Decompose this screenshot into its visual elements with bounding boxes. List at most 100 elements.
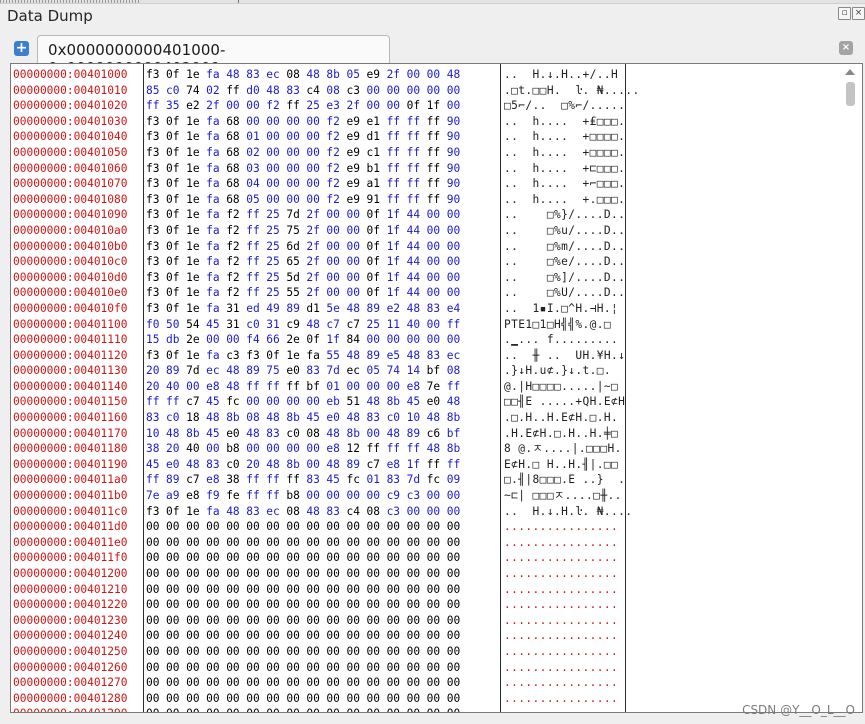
hex-byte[interactable]: 00 xyxy=(226,644,246,660)
hex-byte[interactable]: 00 xyxy=(286,628,306,644)
hex-byte[interactable]: 2f xyxy=(306,285,326,301)
hex-byte[interactable]: 44 xyxy=(407,223,427,239)
hex-byte[interactable]: b8 xyxy=(286,488,306,504)
hex-byte[interactable]: 89 xyxy=(346,457,366,473)
hex-byte[interactable]: 00 xyxy=(306,660,326,676)
hex-byte[interactable]: e0 xyxy=(427,394,447,410)
hex-byte[interactable]: 00 xyxy=(447,207,467,223)
hex-byte[interactable]: 00 xyxy=(166,566,186,582)
hex-byte[interactable]: 68 xyxy=(226,176,246,192)
scroll-up-arrow-icon[interactable] xyxy=(845,69,855,75)
hex-byte[interactable]: 20 xyxy=(146,379,166,395)
hex-byte[interactable]: 00 xyxy=(146,628,166,644)
hex-byte[interactable]: ff xyxy=(146,394,166,410)
hex-byte[interactable]: 0f xyxy=(166,114,186,130)
hex-byte[interactable]: f3 xyxy=(146,67,166,83)
hex-byte[interactable]: c9 xyxy=(286,317,306,333)
hex-byte[interactable]: e8 xyxy=(206,472,226,488)
hex-byte[interactable]: e0 xyxy=(286,363,306,379)
hex-byte[interactable]: 00 xyxy=(447,675,467,691)
hex-byte[interactable]: 90 xyxy=(447,114,467,130)
hex-byte[interactable]: 1f xyxy=(407,457,427,473)
hex-byte[interactable]: 00 xyxy=(246,597,266,613)
hex-byte[interactable]: 48 xyxy=(306,67,326,83)
hex-byte[interactable]: 75 xyxy=(286,223,306,239)
hex-byte[interactable]: ec xyxy=(266,67,286,83)
hex-byte[interactable]: ff xyxy=(447,457,467,473)
hex-byte[interactable]: fc xyxy=(226,394,246,410)
hex-byte[interactable]: 00 xyxy=(286,535,306,551)
hex-byte[interactable]: 00 xyxy=(146,675,166,691)
hex-byte[interactable]: 48 xyxy=(346,301,366,317)
hex-byte[interactable]: e8 xyxy=(407,379,427,395)
dump-row[interactable]: 00000000:004011d0 00 00 00 00 00 00 00 00 00 00 00 0… xyxy=(11,519,862,535)
hex-byte[interactable]: c3 xyxy=(226,348,246,364)
hex-byte[interactable]: 00 xyxy=(186,675,206,691)
hex-byte[interactable]: 25 xyxy=(266,207,286,223)
hex-byte[interactable]: 89 xyxy=(407,426,427,442)
hex-byte[interactable]: 00 xyxy=(286,394,306,410)
hex-byte[interactable]: 00 xyxy=(407,550,427,566)
hex-byte[interactable]: 00 xyxy=(226,550,246,566)
scroll-thumb[interactable] xyxy=(846,82,855,106)
hex-byte[interactable]: ec xyxy=(346,363,366,379)
hex-byte[interactable]: 00 xyxy=(206,613,226,629)
hex-byte[interactable]: 00 xyxy=(427,207,447,223)
hex-byte[interactable]: 00 xyxy=(306,691,326,707)
hex-byte[interactable]: b8 xyxy=(226,441,246,457)
hex-byte[interactable]: 00 xyxy=(387,83,407,99)
hex-byte[interactable]: 48 xyxy=(186,457,206,473)
hex-byte[interactable]: 00 xyxy=(306,145,326,161)
hex-byte[interactable]: 00 xyxy=(306,114,326,130)
hex-byte[interactable]: 7d xyxy=(326,363,346,379)
hex-byte[interactable]: 00 xyxy=(427,488,447,504)
hex-byte[interactable]: c0 xyxy=(226,457,246,473)
hex-byte[interactable]: 00 xyxy=(427,519,447,535)
hex-byte[interactable]: ff xyxy=(246,488,266,504)
hex-byte[interactable]: 00 xyxy=(226,535,246,551)
hex-byte[interactable]: 83 xyxy=(286,83,306,99)
hex-byte[interactable]: 00 xyxy=(447,706,467,712)
hex-byte[interactable]: ff xyxy=(427,192,447,208)
hex-byte[interactable]: 00 xyxy=(346,379,366,395)
hex-byte[interactable]: 74 xyxy=(186,83,206,99)
hex-byte[interactable]: e3 xyxy=(326,98,346,114)
hex-byte[interactable]: f2 xyxy=(226,270,246,286)
hex-byte[interactable]: 00 xyxy=(447,550,467,566)
hex-byte[interactable]: 48 xyxy=(226,363,246,379)
dump-row[interactable]: 00000000:00401020 ff 35 e2 2f 00 00 f2 ff 25 e3 2f 0… xyxy=(11,98,862,114)
hex-byte[interactable]: ff xyxy=(146,472,166,488)
hex-byte[interactable]: 00 xyxy=(427,504,447,520)
hex-byte[interactable]: 0f xyxy=(367,239,387,255)
hex-byte[interactable]: 05 xyxy=(346,67,366,83)
hex-byte[interactable]: ff xyxy=(407,176,427,192)
hex-byte[interactable]: 00 xyxy=(306,706,326,712)
hex-byte[interactable]: 00 xyxy=(146,535,166,551)
hex-byte[interactable]: 89 xyxy=(246,363,266,379)
dump-row[interactable]: 00000000:004010d0 f3 0f 1e fa f2 ff 25 5d 2f 00 00 0… xyxy=(11,270,862,286)
hex-byte[interactable]: 40 xyxy=(186,441,206,457)
dump-row[interactable]: 00000000:00401180 38 20 40 00 b8 00 00 00 00 e8 12 f… xyxy=(11,441,862,457)
hex-byte[interactable]: 00 xyxy=(346,628,366,644)
hex-dump-panel[interactable]: 00000000:00401000 f3 0f 1e fa 48 83 ec 08 48 8b 05 e… xyxy=(10,63,863,713)
hex-byte[interactable]: 00 xyxy=(266,441,286,457)
hex-byte[interactable]: 00 xyxy=(266,597,286,613)
hex-byte[interactable]: 00 xyxy=(306,535,326,551)
hex-byte[interactable]: e9 xyxy=(346,176,366,192)
hex-byte[interactable]: 00 xyxy=(306,644,326,660)
hex-byte[interactable]: 84 xyxy=(346,332,366,348)
hex-byte[interactable]: 54 xyxy=(186,317,206,333)
hex-byte[interactable]: 0f xyxy=(166,176,186,192)
hex-byte[interactable]: ff xyxy=(427,161,447,177)
hex-byte[interactable]: 48 xyxy=(387,426,407,442)
hex-byte[interactable]: 8b xyxy=(326,67,346,83)
hex-byte[interactable]: 00 xyxy=(387,566,407,582)
hex-byte[interactable]: 00 xyxy=(226,706,246,712)
hex-byte[interactable]: 00 xyxy=(447,644,467,660)
hex-byte[interactable]: 25 xyxy=(266,223,286,239)
hex-byte[interactable]: e9 xyxy=(346,129,366,145)
hex-byte[interactable]: 00 xyxy=(246,644,266,660)
hex-byte[interactable]: 2f xyxy=(206,98,226,114)
hex-byte[interactable]: 00 xyxy=(427,644,447,660)
hex-byte[interactable]: 0f xyxy=(166,223,186,239)
